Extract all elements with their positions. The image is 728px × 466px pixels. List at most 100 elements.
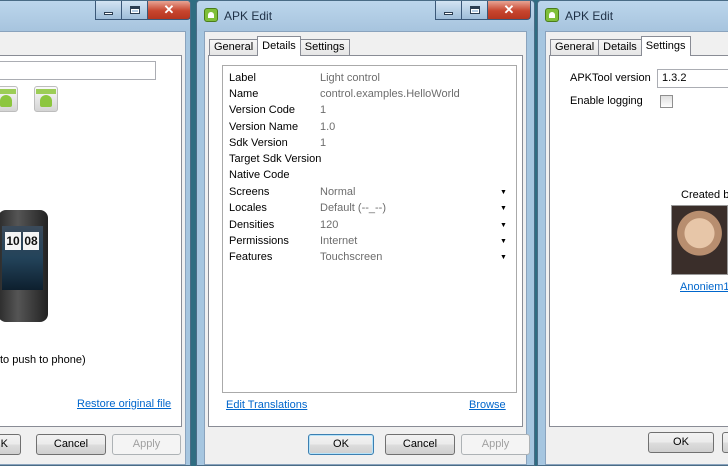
enable-logging-checkbox[interactable] [660,95,673,108]
property-name: Permissions [229,235,289,247]
property-row[interactable]: Screens Normal ▼ [229,184,510,200]
ok-button[interactable]: OK [308,434,374,455]
android-icon[interactable] [34,86,58,112]
property-row[interactable]: Densities 120 ▼ [229,217,510,233]
browse-link[interactable]: Browse [469,399,506,411]
avatar-photo [671,205,728,275]
property-value: Light control [320,72,380,84]
cancel-button[interactable]: Cancel [385,434,455,455]
enable-logging-label: Enable logging [570,95,643,107]
title-bar[interactable]: APK Edit [538,1,728,31]
property-row[interactable]: Native Code [229,167,510,183]
apk-edit-window-left: ✕ 10 08 to push to phone) Restore origin… [0,0,191,466]
restore-original-file-link[interactable]: Restore original file [77,398,171,410]
phone-screen: 10 08 [2,226,43,290]
property-row[interactable]: Locales Default (--_--) ▼ [229,200,510,216]
property-value: 1.0 [320,121,336,133]
title-bar[interactable]: APK Edit ✕ [197,1,534,31]
property-value: 120 [320,219,339,231]
property-name: Densities [229,219,275,231]
property-value: 1 [320,104,327,116]
property-value: Normal [320,186,356,198]
minimize-icon [104,11,113,15]
property-value: Internet [320,235,358,247]
property-row[interactable]: Sdk Version 1 [229,135,510,151]
property-value: 1 [320,137,327,149]
minimize-button[interactable] [95,1,122,20]
general-tab-panel: 10 08 to push to phone) Restore original… [0,55,182,427]
property-name: Version Code [229,104,296,116]
window-title: APK Edit [224,9,273,23]
apktool-version-input[interactable]: 1.3.2 [657,69,728,88]
app-icon [545,8,559,22]
maximize-button[interactable] [461,1,488,20]
android-icon[interactable] [0,86,18,112]
window-title: APK Edit [565,9,614,23]
tab-settings[interactable]: Settings [299,39,350,56]
property-row[interactable]: Version Code 1 [229,102,510,118]
dropdown-arrow-icon[interactable]: ▼ [497,201,510,215]
property-name: Features [229,251,273,263]
apktool-version-label: APKTool version [570,72,651,84]
tab-settings[interactable]: Settings [640,36,691,56]
property-name: Label [229,72,256,84]
app-icon [204,8,218,22]
push-note: to push to phone) [0,354,86,366]
property-name: Locales [229,202,267,214]
minimize-button[interactable] [435,1,462,20]
tab-strip: General Details Settings [209,36,350,56]
minimize-icon [444,11,453,15]
property-value: Default (--_--) [320,202,387,214]
author-link[interactable]: Anoniem10 [680,281,728,293]
close-button[interactable]: ✕ [147,1,190,20]
property-value: Touchscreen [320,251,383,263]
phone-image[interactable]: 10 08 [0,210,48,322]
clock-minutes: 08 [23,232,39,250]
property-row[interactable]: Target Sdk Version [229,151,510,167]
edit-translations-link[interactable]: Edit Translations [226,399,307,411]
tab-general[interactable]: General [209,39,259,56]
created-by-label: Created by [681,189,728,201]
cancel-button[interactable]: Cancel [36,434,106,455]
dropdown-arrow-icon[interactable]: ▼ [497,234,510,248]
property-name: Name [229,88,259,100]
apply-button: Apply [461,434,530,455]
phone-clock: 10 08 [5,232,39,250]
tab-details[interactable]: Details [257,36,301,56]
title-bar[interactable]: ✕ [0,1,190,31]
tab-strip: General Details Settings [550,36,691,56]
cancel-button-edge[interactable] [722,432,728,453]
ok-button[interactable]: OK [648,432,714,453]
file-path-input[interactable] [0,61,156,80]
property-row[interactable]: Features Touchscreen ▼ [229,249,510,265]
ok-button[interactable]: OK [0,434,21,455]
property-name: Version Name [229,121,299,133]
window-client: 10 08 to push to phone) Restore original… [0,31,186,465]
close-icon: ✕ [163,2,175,17]
property-row[interactable]: Version Name 1.0 [229,119,510,135]
property-row[interactable]: Permissions Internet ▼ [229,233,510,249]
close-icon: ✕ [503,2,515,17]
apply-button: Apply [112,434,181,455]
property-name: Screens [229,186,270,198]
property-name: Target Sdk Version [229,153,322,165]
tab-details[interactable]: Details [598,39,642,56]
dropdown-arrow-icon[interactable]: ▼ [497,185,510,199]
maximize-button[interactable] [121,1,148,20]
property-name: Sdk Version [229,137,288,149]
property-row[interactable]: Label Light control [229,70,510,86]
property-name: Native Code [229,169,290,181]
property-value: control.examples.HelloWorld [320,88,460,100]
close-button[interactable]: ✕ [487,1,531,20]
apk-edit-window-middle: APK Edit ✕ General Details Settings Labe… [196,0,535,466]
clock-hours: 10 [5,232,21,250]
maximize-icon [469,6,480,14]
property-grid: Label Light control Name control.examples.… [222,65,517,393]
dropdown-arrow-icon[interactable]: ▼ [497,250,510,264]
details-tab-panel: Label Light control Name control.examples.… [208,55,523,427]
maximize-icon [129,6,140,14]
window-client: General Details Settings Label Light cont… [204,31,530,465]
property-row[interactable]: Name control.examples.HelloWorld [229,86,510,102]
dropdown-arrow-icon[interactable]: ▼ [497,218,510,232]
tab-general[interactable]: General [550,39,600,56]
